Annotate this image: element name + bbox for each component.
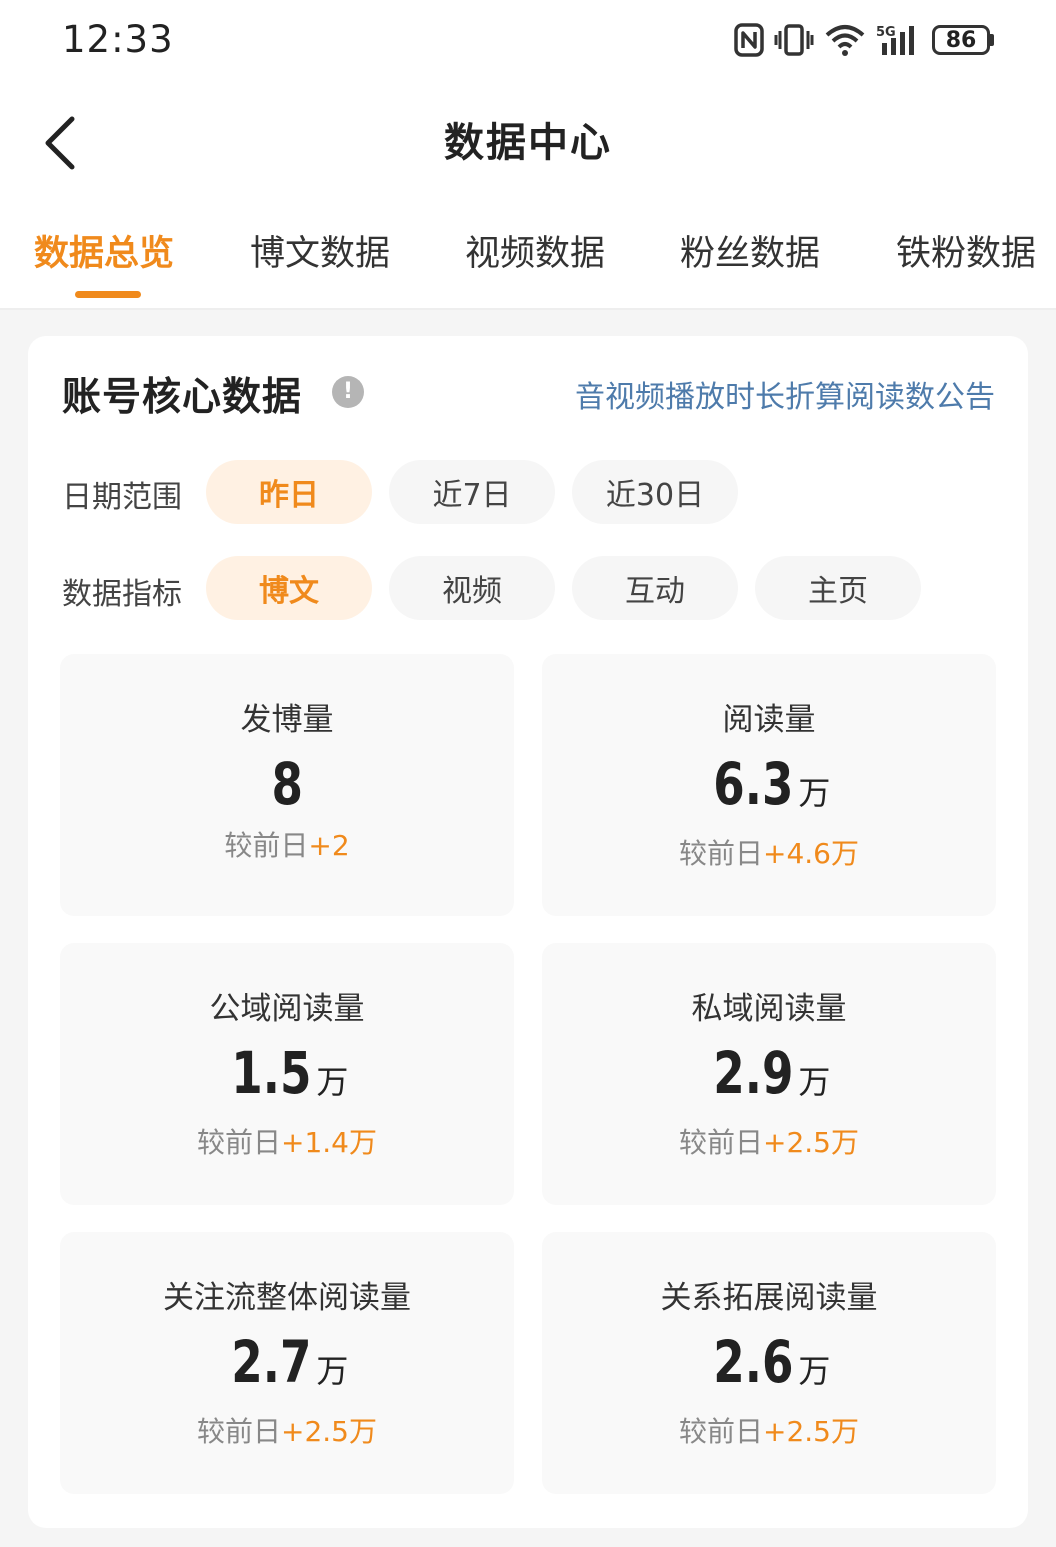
stat-delta-prefix: 较前日 <box>196 1126 281 1159</box>
date-option-7days[interactable]: 近7日 <box>389 460 555 524</box>
stat-delta-prefix: 较前日 <box>678 1415 763 1448</box>
card-title: 账号核心数据 <box>62 375 303 420</box>
date-option-yesterday[interactable]: 昨日 <box>206 460 372 524</box>
wifi-icon <box>824 23 866 57</box>
status-time: 12:33 <box>62 18 174 61</box>
stat-delta: 较前日+2.5万 <box>542 1410 996 1450</box>
stat-delta-value: +2.5万 <box>763 1415 859 1448</box>
stat-post-count[interactable]: 发博量 8 较前日+2 <box>60 654 514 916</box>
nfc-icon <box>734 23 764 57</box>
tab-iron-fans-data[interactable]: 铁粉数据 <box>896 225 1036 276</box>
stat-number: 2.7 <box>230 1328 312 1396</box>
stat-unit: 万 <box>798 774 831 812</box>
stat-delta-value: +2.5万 <box>281 1415 377 1448</box>
stat-number: 6.3 <box>712 750 794 818</box>
stat-label: 发博量 <box>240 702 334 738</box>
stat-delta-value: +2 <box>308 829 350 862</box>
stat-delta: 较前日+2 <box>60 824 514 864</box>
notice-link[interactable]: 音视频播放时长折算阅读数公告 <box>575 372 995 416</box>
metric-option-video[interactable]: 视频 <box>389 556 555 620</box>
stat-value: 1.5 万 <box>60 1039 514 1107</box>
vibrate-icon <box>774 23 814 57</box>
stat-delta-prefix: 较前日 <box>224 829 309 862</box>
stat-number: 1.5 <box>230 1039 312 1107</box>
stat-unit: 万 <box>316 1352 349 1390</box>
metric-option-interaction[interactable]: 互动 <box>572 556 738 620</box>
stat-public-read-count[interactable]: 公域阅读量 1.5 万 较前日+1.4万 <box>60 943 514 1205</box>
stat-label: 公域阅读量 <box>209 991 365 1027</box>
stat-value: 6.3 万 <box>542 750 996 818</box>
stat-delta-value: +4.6万 <box>763 837 859 870</box>
page-title: 数据中心 <box>444 120 612 166</box>
tab-post-data[interactable]: 博文数据 <box>250 225 390 276</box>
stat-relation-expand-read-count[interactable]: 关系拓展阅读量 2.6 万 较前日+2.5万 <box>542 1232 996 1494</box>
stat-delta-value: +2.5万 <box>763 1126 859 1159</box>
active-tab-indicator <box>75 291 141 298</box>
core-data-card: 账号核心数据 ! 音视频播放时长折算阅读数公告 日期范围 昨日 近7日 近30日… <box>28 336 1028 1528</box>
stat-label: 阅读量 <box>722 702 816 738</box>
stat-unit: 万 <box>316 1063 349 1101</box>
stat-number: 2.9 <box>712 1039 794 1107</box>
stat-label: 关注流整体阅读量 <box>163 1280 411 1316</box>
metric-option-post[interactable]: 博文 <box>206 556 372 620</box>
stat-read-count[interactable]: 阅读量 6.3 万 较前日+4.6万 <box>542 654 996 916</box>
stat-number: 8 <box>271 750 303 818</box>
metric-option-homepage[interactable]: 主页 <box>755 556 921 620</box>
stat-delta: 较前日+1.4万 <box>60 1121 514 1161</box>
stat-delta: 较前日+4.6万 <box>542 832 996 872</box>
tab-video-data[interactable]: 视频数据 <box>465 225 605 276</box>
stat-value: 8 <box>60 750 514 818</box>
stat-value: 2.7 万 <box>60 1328 514 1396</box>
stat-delta-value: +1.4万 <box>281 1126 377 1159</box>
stat-value: 2.6 万 <box>542 1328 996 1396</box>
battery-level: 86 <box>932 25 990 55</box>
stat-follow-feed-read-count[interactable]: 关注流整体阅读量 2.7 万 较前日+2.5万 <box>60 1232 514 1494</box>
stat-delta: 较前日+2.5万 <box>542 1121 996 1161</box>
tab-fans-data[interactable]: 粉丝数据 <box>680 225 820 276</box>
stat-unit: 万 <box>798 1352 831 1390</box>
stat-delta-prefix: 较前日 <box>678 837 763 870</box>
stat-delta-prefix: 较前日 <box>678 1126 763 1159</box>
tab-overview[interactable]: 数据总览 <box>34 225 174 276</box>
date-range-label: 日期范围 <box>62 480 182 515</box>
svg-text:5G: 5G <box>876 25 896 40</box>
stat-delta: 较前日+2.5万 <box>60 1410 514 1450</box>
battery-icon: 86 <box>932 25 994 55</box>
stat-number: 2.6 <box>712 1328 794 1396</box>
date-option-30days[interactable]: 近30日 <box>572 460 738 524</box>
stat-private-read-count[interactable]: 私域阅读量 2.9 万 较前日+2.5万 <box>542 943 996 1205</box>
signal-5g-icon: 5G <box>876 23 922 57</box>
status-icons: 5G 86 <box>734 18 994 62</box>
stat-delta-prefix: 较前日 <box>196 1415 281 1448</box>
top-area: 12:33 5G 86 数据中心 数据总览 博文数据 视频数据 粉丝数据 铁粉数… <box>0 0 1056 310</box>
stat-label: 关系拓展阅读量 <box>660 1280 878 1316</box>
stat-value: 2.9 万 <box>542 1039 996 1107</box>
tab-bar: 数据总览 博文数据 视频数据 粉丝数据 铁粉数据 <box>0 225 1056 305</box>
stat-unit: 万 <box>798 1063 831 1101</box>
metric-label: 数据指标 <box>62 577 182 612</box>
info-icon[interactable]: ! <box>332 376 364 408</box>
stat-label: 私域阅读量 <box>691 991 847 1027</box>
